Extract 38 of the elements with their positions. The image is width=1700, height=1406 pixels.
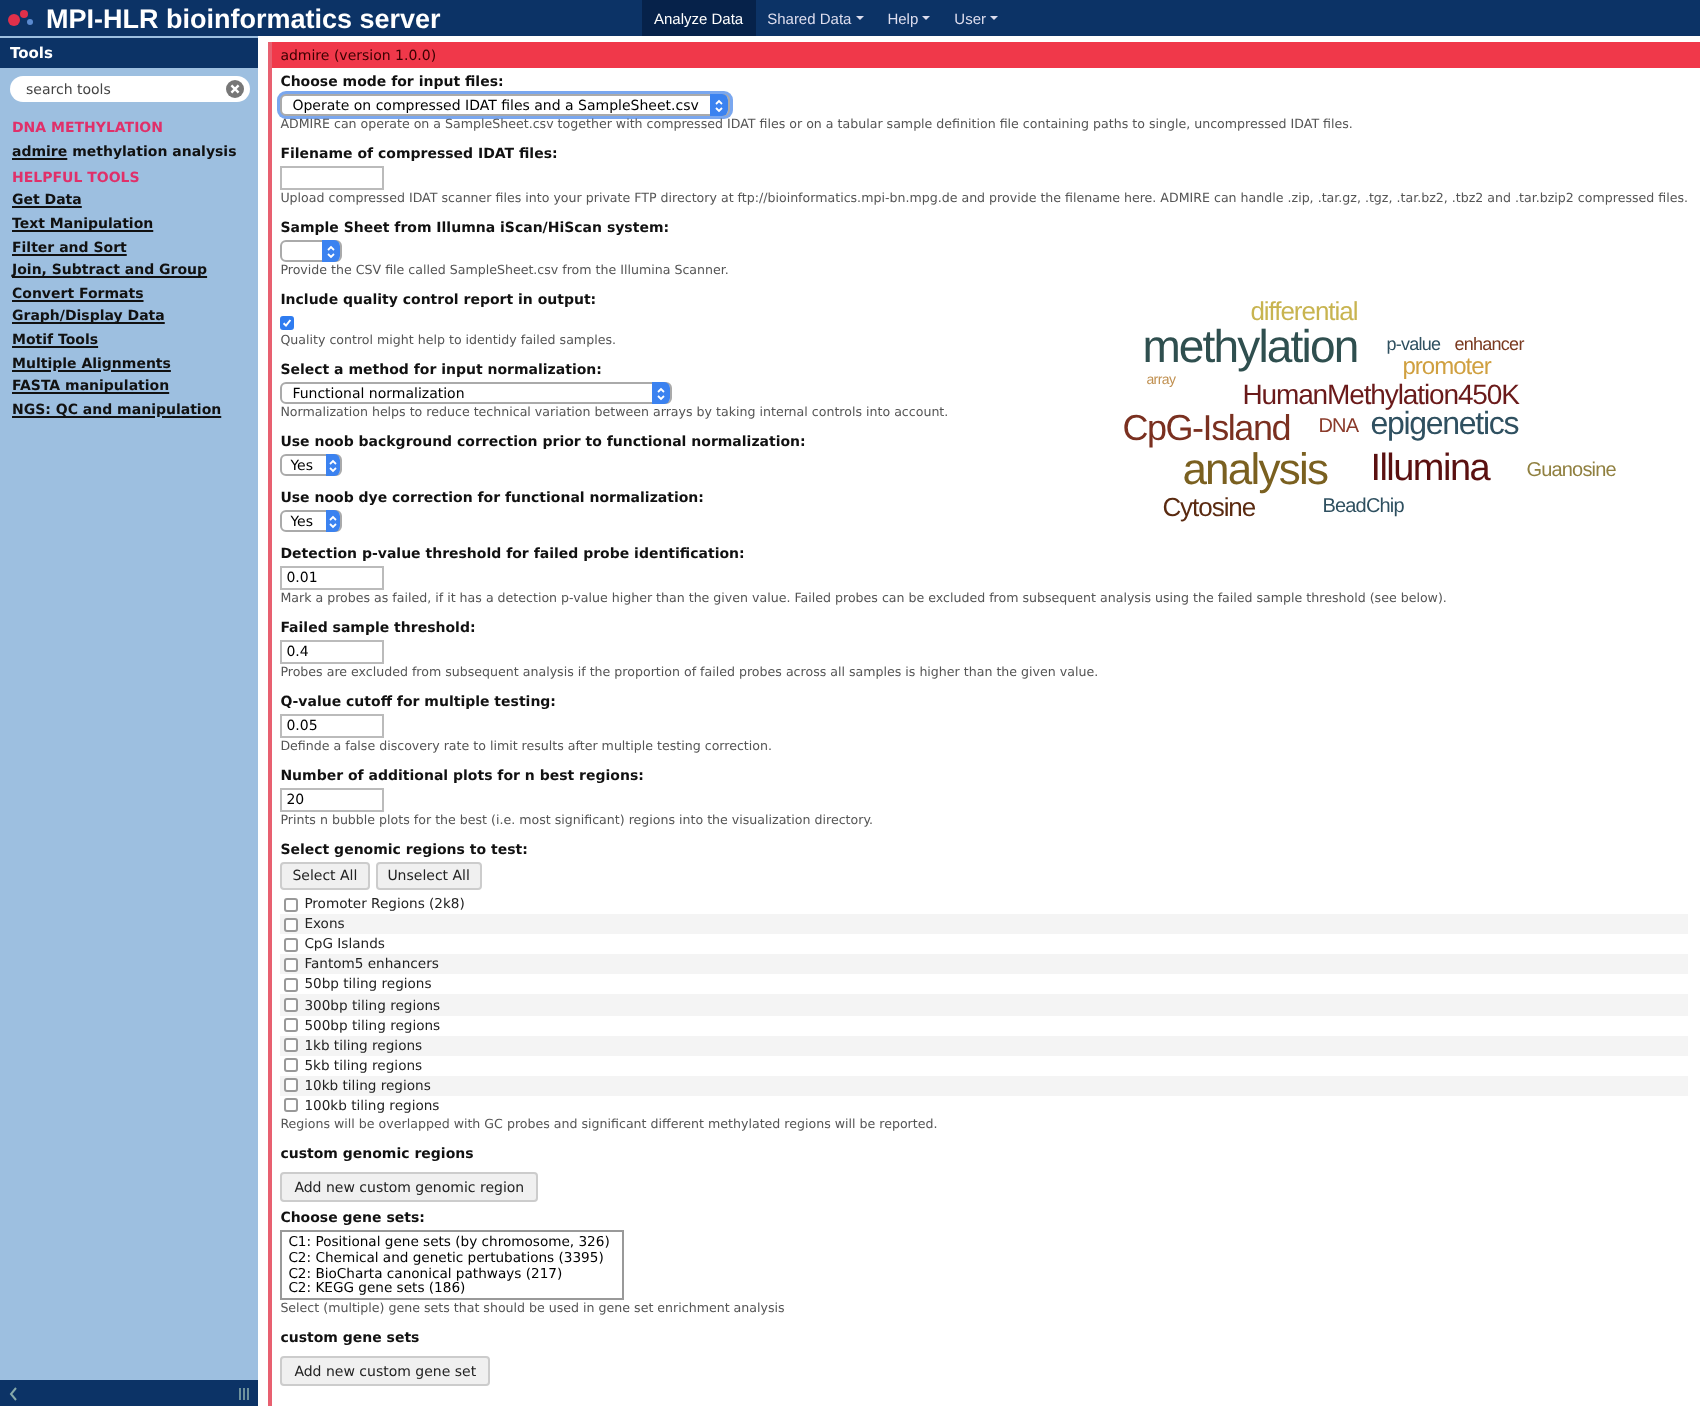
word-cloud-word: differential: [1250, 298, 1358, 324]
logo-icon: [6, 6, 38, 30]
stepper-icon: [325, 510, 341, 532]
word-cloud-word: HumanMethylation450K: [1242, 380, 1519, 408]
checkbox[interactable]: [284, 957, 299, 972]
resize-handle-icon[interactable]: [238, 1385, 251, 1401]
word-cloud-word: Illumina: [1370, 450, 1490, 488]
word-cloud-word: CpG-Island: [1122, 410, 1291, 446]
checkbox[interactable]: [284, 897, 299, 912]
checkbox[interactable]: [284, 1078, 299, 1093]
checkbox[interactable]: [284, 977, 299, 992]
site-title: MPI-HLR bioinformatics server: [46, 3, 441, 33]
collapse-icon[interactable]: [8, 1385, 20, 1401]
stepper-icon: [710, 94, 729, 116]
checkbox[interactable]: [284, 1018, 299, 1033]
word-cloud-word: promoter: [1402, 354, 1491, 378]
word-cloud-word: Guanosine: [1526, 462, 1616, 482]
checkbox[interactable]: [284, 1038, 299, 1053]
checkbox[interactable]: [284, 917, 299, 932]
word-cloud-word: Cytosine: [1162, 494, 1256, 520]
word-cloud-word: enhancer: [1454, 336, 1524, 354]
word-cloud-word: BeadChip: [1322, 498, 1404, 518]
checkbox[interactable]: [280, 316, 295, 330]
stepper-icon: [652, 382, 671, 404]
dropdown[interactable]: [280, 240, 343, 262]
checkbox[interactable]: [284, 1098, 299, 1113]
checkbox[interactable]: [284, 1058, 299, 1073]
word-cloud-word: epigenetics: [1370, 410, 1519, 442]
word-cloud-word: DNA: [1318, 418, 1359, 438]
word-cloud-word: analysis: [1182, 448, 1328, 492]
word-cloud-word: p-value: [1386, 336, 1441, 354]
word-cloud-word: methylation: [1142, 324, 1358, 370]
checkbox[interactable]: [284, 937, 299, 952]
input-field[interactable]: [280, 166, 385, 190]
stepper-icon: [325, 454, 341, 476]
checkbox[interactable]: [284, 998, 299, 1013]
clear-icon[interactable]: [226, 80, 245, 98]
stepper-icon: [322, 240, 341, 262]
